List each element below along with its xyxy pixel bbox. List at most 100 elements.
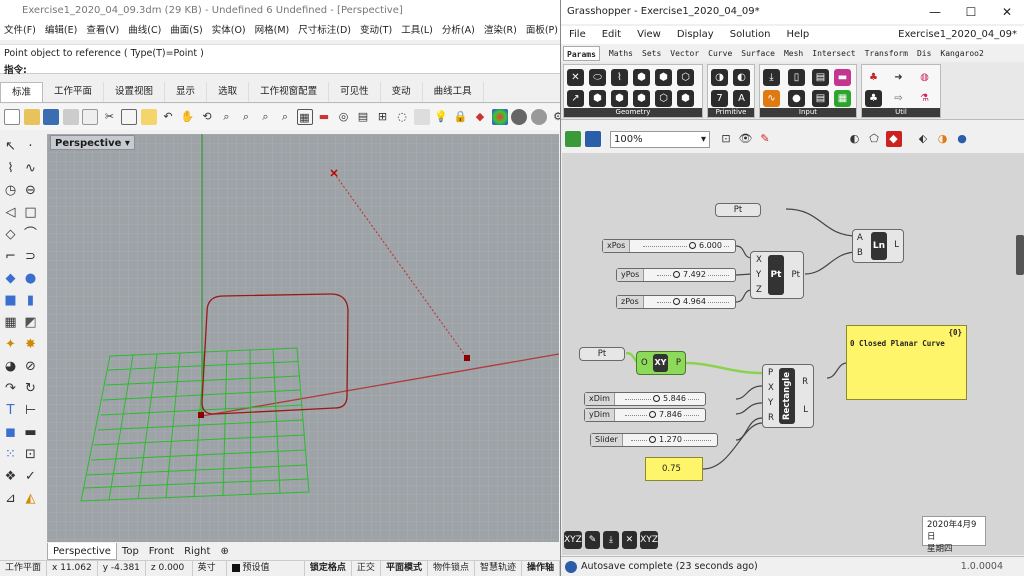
rectangle-icon[interactable]: □: [22, 204, 39, 221]
menu-curve[interactable]: 曲线(C): [128, 22, 161, 40]
snap-grid[interactable]: 锁定格点: [305, 561, 352, 576]
print-icon[interactable]: [62, 109, 79, 125]
viewport-scene[interactable]: [47, 134, 559, 542]
rotate-icon[interactable]: ↻: [22, 380, 39, 397]
menu-render[interactable]: 渲染(R): [484, 22, 517, 40]
gh-menu-help[interactable]: Help: [786, 26, 809, 44]
gh-tab-vector[interactable]: Vector: [670, 46, 699, 61]
param-twisted-box-icon[interactable]: ⬢: [677, 90, 694, 107]
perspective-viewport[interactable]: [47, 134, 559, 542]
gh-canvas[interactable]: Pt A B Ln L xPos 6.000 yPos 7.492 zPos 4.96…: [562, 153, 1024, 555]
status-layer[interactable]: 预设值: [227, 561, 305, 576]
rect-input-p[interactable]: P: [768, 368, 773, 378]
ydim-slider[interactable]: yDim 7.846: [584, 408, 706, 422]
rect-output-l[interactable]: L: [803, 405, 808, 415]
light-bulb-icon[interactable]: 💡: [433, 109, 449, 125]
input-toggle-icon[interactable]: ●: [788, 90, 805, 107]
ydim-slider-value[interactable]: 7.846: [647, 409, 684, 421]
util-fitness-icon[interactable]: ◍: [916, 69, 933, 86]
download-icon[interactable]: ⤓: [603, 531, 619, 549]
menu-dimension[interactable]: 尺寸标注(D): [298, 22, 351, 40]
param-geometry-icon[interactable]: ✕: [567, 69, 584, 86]
viewport-tab-perspective[interactable]: Perspective: [47, 543, 117, 560]
save-icon[interactable]: [43, 109, 59, 125]
xy-plane-output-p[interactable]: P: [676, 358, 681, 368]
properties-icon[interactable]: ◆: [472, 109, 488, 125]
xdim-slider-value[interactable]: 5.846: [651, 393, 688, 405]
param-surface-icon[interactable]: ⬡: [677, 69, 694, 86]
command-prompt[interactable]: 指令:: [4, 62, 27, 76]
pen-icon[interactable]: ✎: [584, 531, 601, 549]
gh-menu-display[interactable]: Display: [677, 26, 714, 44]
input-panel-icon[interactable]: ▤: [812, 90, 829, 107]
gh-tab-intersect[interactable]: Intersect: [812, 46, 855, 61]
gh-tab-params[interactable]: Params: [563, 46, 600, 61]
menu-panels[interactable]: 面板(P): [526, 22, 558, 40]
new-file-icon[interactable]: [4, 109, 20, 125]
tab-viewport-layout[interactable]: 工作视窗配置: [249, 82, 330, 102]
param-circle-icon[interactable]: ⬭: [589, 69, 606, 86]
add-viewport-icon[interactable]: ⊕: [215, 543, 233, 560]
bake-icon[interactable]: ⬖: [915, 131, 931, 147]
box-icon[interactable]: ■: [2, 292, 19, 309]
menu-transform[interactable]: 变动(T): [360, 22, 392, 40]
delete-icon[interactable]: ✕: [621, 531, 638, 549]
xpos-slider-value[interactable]: 6.000: [687, 240, 724, 252]
rectangle-component[interactable]: P X Y R Rectangle R L: [762, 364, 814, 428]
param-boolean-icon[interactable]: ◑: [711, 69, 728, 86]
gh-tab-sets[interactable]: Sets: [642, 46, 661, 61]
viewport-title[interactable]: Perspective ▾: [50, 135, 135, 150]
sketch-icon[interactable]: ✎: [757, 131, 773, 147]
param-curve-icon[interactable]: ⌇: [611, 69, 628, 86]
copy-icon[interactable]: [121, 109, 137, 125]
status-cplane[interactable]: 工作平面: [0, 561, 48, 576]
render-sphere-icon[interactable]: [511, 109, 527, 125]
output-panel[interactable]: {0} 0 Closed Planar Curve: [846, 325, 967, 400]
util-flask-icon[interactable]: ⚗: [916, 90, 933, 107]
ellipse-icon[interactable]: ⊖: [22, 182, 39, 199]
gh-tab-surface[interactable]: Surface: [741, 46, 775, 61]
gh-open-icon[interactable]: [565, 131, 581, 147]
fillet-icon[interactable]: ⌐: [2, 248, 19, 265]
input-swatch-icon[interactable]: ▦: [834, 90, 851, 107]
tab-visibility[interactable]: 可见性: [329, 82, 381, 102]
param-point-icon[interactable]: ⬢: [633, 90, 650, 107]
check-icon[interactable]: ✓: [22, 468, 39, 485]
zoom-dynamic-icon[interactable]: ⌕: [219, 109, 235, 125]
menu-analyze[interactable]: 分析(A): [442, 22, 475, 40]
param-mesh-icon[interactable]: ⬢: [611, 90, 628, 107]
input-device-icon[interactable]: ▯: [788, 69, 805, 86]
line-output-l[interactable]: L: [894, 240, 899, 250]
boolean-icon[interactable]: ✦: [2, 336, 19, 353]
zoom-extents-icon[interactable]: ⌕: [258, 109, 274, 125]
trim-icon[interactable]: ◕: [2, 358, 19, 375]
util-arrow-icon[interactable]: ⇨: [890, 90, 907, 107]
dimension-icon[interactable]: ⊢: [22, 402, 39, 419]
cylinder-icon[interactable]: ▮: [22, 292, 39, 309]
viewport-tab-top[interactable]: Top: [117, 543, 144, 560]
close-icon[interactable]: ✕: [989, 0, 1024, 24]
minimize-icon[interactable]: —: [917, 0, 953, 24]
cplane-icon[interactable]: ⊞: [375, 109, 391, 125]
hatch-icon[interactable]: ▬: [22, 424, 39, 441]
menu-surface[interactable]: 曲面(S): [170, 22, 202, 40]
gh-menu-solution[interactable]: Solution: [730, 26, 771, 44]
zoom-selected-icon[interactable]: ⌕: [277, 109, 293, 125]
extrude-icon[interactable]: ◩: [22, 314, 39, 331]
input-import-icon[interactable]: ⤓: [763, 69, 780, 86]
maximize-icon[interactable]: ☐: [953, 0, 989, 24]
menu-file[interactable]: 文件(F): [4, 22, 36, 40]
input-graph-icon[interactable]: ∿: [763, 90, 780, 107]
side-scroll-handle[interactable]: [1016, 235, 1024, 275]
gh-tab-maths[interactable]: Maths: [609, 46, 633, 61]
move-icon[interactable]: ↷: [2, 380, 19, 397]
gh-tab-dis[interactable]: Dis: [917, 46, 931, 61]
cpt-output-pt[interactable]: Pt: [792, 270, 800, 280]
line-component[interactable]: A B Ln L: [852, 229, 904, 263]
gh-menu-file[interactable]: File: [569, 26, 586, 44]
menu-view[interactable]: 查看(V): [86, 22, 119, 40]
construct-point-component[interactable]: X Y Z Pt Pt: [750, 251, 804, 299]
car-icon[interactable]: ▬: [316, 109, 332, 125]
line-input-b[interactable]: B: [857, 248, 863, 258]
rect-output-r[interactable]: R: [802, 377, 808, 387]
